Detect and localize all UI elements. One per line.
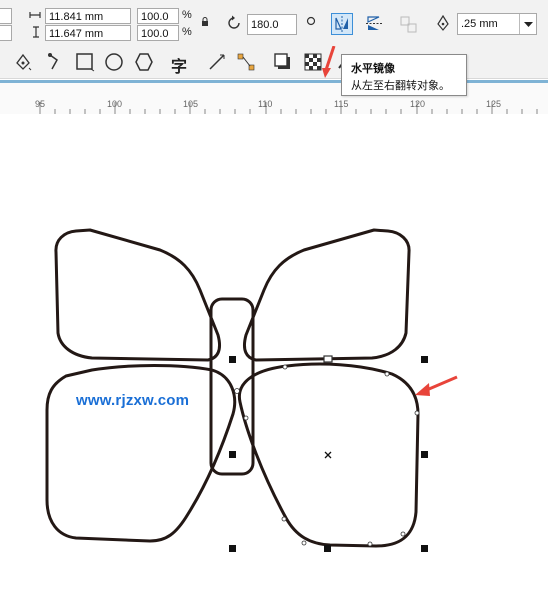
mirror-vertical-button[interactable] [363, 13, 385, 35]
rotation-angle-field[interactable]: 180.0 [247, 14, 297, 35]
ruler-label: 120 [410, 99, 426, 109]
mirror-tooltip: 水平镜像 从左至右翻转对象。 [341, 54, 467, 96]
tooltip-title: 水平镜像 [351, 63, 395, 75]
site-watermark: www.rjzxw.com [76, 392, 190, 409]
tooltip-description: 从左至右翻转对象。 [351, 80, 450, 92]
position-stub-bottom[interactable] [0, 25, 12, 41]
pen-tool-icon[interactable] [14, 53, 32, 74]
outline-pen-icon [437, 14, 449, 34]
center-marker [324, 451, 332, 459]
ruler-label: 125 [486, 99, 502, 109]
width-arrow-icon [29, 10, 41, 23]
mirror-horizontal-button[interactable] [331, 13, 353, 35]
ellipse-tool-icon[interactable] [104, 52, 124, 75]
convert-disabled-button [398, 14, 420, 36]
chevron-down-icon[interactable] [519, 14, 537, 34]
lock-ratio-icon[interactable] [201, 17, 209, 30]
upper-right-wing [242, 228, 411, 362]
position-stub-top[interactable] [0, 8, 12, 24]
calligraphy-pen-icon[interactable] [44, 52, 64, 75]
height-arrow-icon [31, 26, 41, 41]
convert-curves-icon [400, 16, 417, 33]
mirror-horizontal-icon [335, 16, 348, 32]
scale-y-unit: % [182, 26, 192, 38]
polygon-tool-icon[interactable] [134, 52, 154, 75]
object-height-field[interactable]: 11.647 mm [45, 25, 131, 41]
rectangle-tool-icon[interactable] [75, 52, 95, 75]
ruler-label: 105 [183, 99, 199, 109]
ruler-label: 100 [107, 99, 123, 109]
tooltip-pointer-arrow [322, 46, 336, 78]
line-connector-icon[interactable] [207, 52, 229, 75]
ruler-label: 110 [258, 99, 273, 109]
scale-x-field[interactable]: 100.0 [137, 8, 179, 24]
mirror-vertical-icon [366, 16, 382, 30]
ruler-label: 115 [334, 99, 349, 109]
dimension-connector-icon[interactable] [236, 52, 258, 75]
drawing-canvas[interactable] [0, 114, 548, 595]
degree-icon [306, 16, 316, 29]
text-tool-icon[interactable]: 字 [171, 53, 187, 77]
drop-shadow-icon[interactable] [273, 52, 293, 75]
rotate-icon [226, 15, 242, 34]
object-width-field[interactable]: 11.841 mm [45, 8, 131, 24]
property-bar: 11.841 mm 11.647 mm 100.0 100.0 % % 180.… [0, 0, 548, 46]
scale-y-field[interactable]: 100.0 [137, 25, 179, 41]
scale-x-unit: % [182, 9, 192, 21]
upper-left-wing [54, 228, 222, 362]
ruler-label: 95 [35, 99, 46, 109]
